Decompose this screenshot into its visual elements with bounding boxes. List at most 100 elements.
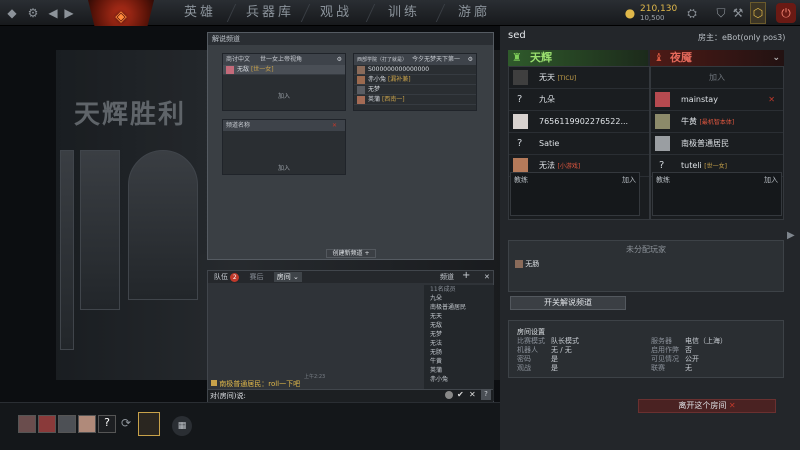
avatar [513,70,528,85]
emoji-icon[interactable] [445,391,453,399]
gear-icon[interactable]: ⚙ [24,0,42,26]
list-item[interactable]: 无肠 [424,348,494,357]
list-item[interactable]: 无法 [424,339,494,348]
gear-icon[interactable]: ⚙ [468,54,473,65]
lobby-host: 房主：eBot(only pos3) [698,33,786,42]
member-count: 11名成员 [430,286,456,293]
player-slot[interactable]: ? Satie [509,133,649,155]
channel-member[interactable]: 英蒲 [西南一] [354,95,476,105]
settings-col-left: 比赛模式 队长模式 机器人无 / 无 密码是 观战是 [517,337,579,373]
dota-logo-icon[interactable]: ◆ [2,0,22,26]
channel-member[interactable]: 赤小兔 [漏补兼] [354,75,476,85]
coach-label: 教练 [514,176,528,184]
add-channel-icon[interactable]: + [462,270,470,282]
player-tag: [小游戏] [557,163,581,170]
empty-slot-icon[interactable]: ? [98,415,116,433]
rank-medal-icon[interactable] [138,412,160,436]
empty-slots [223,75,345,91]
dire-label: 夜魇 [670,51,692,64]
list-item[interactable]: 无梦 [424,330,494,339]
join-button[interactable]: 加入 [622,175,636,185]
list-item[interactable]: 赤小兔 [424,375,494,384]
channel-header: 商讨中文 世一女上帝视角 ⚙ [223,54,345,65]
expand-arrow-icon[interactable]: ▶ [787,230,795,241]
player-slot[interactable]: 7656119902276522... [509,111,649,133]
channel-tag: 商讨中文 [226,56,251,63]
list-item[interactable]: 无敌 [424,321,494,330]
join-button[interactable]: 加入 [764,175,778,185]
back-arrow-icon[interactable]: ◀ [46,0,60,26]
new-channel-panel: 频道名称 ✕ 加入 [222,119,346,175]
power-icon[interactable]: ⏻ [776,3,796,23]
list-item[interactable]: 九朵 [424,294,494,303]
player-slot[interactable]: 无天 [TICU] [509,67,649,89]
player-slot[interactable]: 牛黄 [最机智本体] [651,111,783,133]
chat-tabs: 队伍 2 赛后 房间 ⌄ 频道 + ✕ [208,270,493,283]
list-item[interactable]: 无天 [424,312,494,321]
nav-arcade[interactable]: 游廊 [458,0,490,26]
player-slot[interactable]: 南极普通居民 [651,133,783,155]
plus-badge-icon[interactable]: ⛭ [680,0,704,26]
setting-key: 服务器 [651,337,672,345]
radiant-label: 天辉 [530,51,552,64]
message-user[interactable]: 南极普通居民 [219,380,261,388]
join-button[interactable]: 加入 [223,163,345,172]
battle-pass-icon[interactable]: ⬡ [750,2,766,24]
list-item[interactable]: 牛黄 [424,357,494,366]
setting-value: 否 [685,346,692,354]
tab-team[interactable]: 队伍 [214,273,228,281]
create-channel-button[interactable]: 创建新频道 + [326,249,376,258]
tab-room[interactable]: 房间 ⌄ [273,272,302,282]
refresh-icon[interactable]: ⟳ [118,413,134,433]
channel-member[interactable]: S000000000000000 [354,65,476,75]
kick-icon[interactable]: ✕ [768,89,775,111]
leave-room-button[interactable]: 离开这个房间 ✕ [638,399,776,413]
setting-key: 比赛模式 [517,337,545,345]
empty-slot[interactable]: 加入 [651,67,783,89]
shield-icon[interactable]: ⛉ [712,0,730,26]
player-slot[interactable]: mainstay ✕ [651,89,783,111]
close-icon[interactable]: ✕ [469,390,476,399]
close-icon[interactable]: ✕ [332,120,337,131]
party-avatar[interactable] [78,415,96,433]
send-icon[interactable]: ✔ [457,390,464,399]
party-avatar[interactable] [38,415,56,433]
player-slot[interactable]: ? 九朵 [509,89,649,111]
list-item[interactable]: 英蒲 [424,366,494,375]
avatar [513,114,528,129]
join-button[interactable]: 加入 [709,73,725,82]
tab-postgame[interactable]: 赛后 [249,273,263,281]
player-name: 无肠 [525,260,540,268]
nav-watch[interactable]: 观战 [320,0,352,26]
nav-armory[interactable]: 兵器库 [246,0,294,26]
chat-wheel-icon[interactable]: ▦ [172,416,192,436]
join-button[interactable]: 加入 [223,91,345,100]
forward-arrow-icon[interactable]: ▶ [62,0,76,26]
channel-panel: 西部学院（打了就是） 今夕无梦天下第一 ⚙ S000000000000000 赤… [353,53,477,111]
gear-icon[interactable]: ⚙ [337,54,342,65]
channels-label: 频道 [440,273,454,281]
member-name: 英蒲 [368,96,381,103]
nav-heroes[interactable]: 英雄 [184,0,216,26]
player-slot[interactable]: 无肠 [515,259,783,269]
tools-icon[interactable]: ⚒ [730,0,746,26]
member-name: S000000000000000 [368,66,430,73]
nav-learn[interactable]: 训练 [388,0,420,26]
close-icon[interactable]: ✕ [484,271,490,283]
channel-name-input[interactable]: 频道名称 [226,122,250,129]
toggle-caster-channel-button[interactable]: 开关解说频道 [510,296,626,310]
channel-name: 世一女上帝视角 [259,56,302,63]
channel-member[interactable]: 无梦 [354,85,476,95]
radiant-header: ♜ 天辉 [508,50,648,66]
banner-title: 天辉胜利 [74,100,187,130]
chevron-down-icon[interactable]: ⌄ [772,50,780,66]
party-avatar[interactable] [58,415,76,433]
player-tag: [最机智本体] [699,119,735,126]
dire-header: ♝ 夜魇 ⌄ [650,50,784,66]
party-avatar[interactable] [18,415,36,433]
list-item[interactable]: 南极普通居民 [424,303,494,312]
channel-member[interactable]: 无敌 [世一女] [223,65,345,75]
gold-amount: 210,130 [640,4,678,14]
help-icon[interactable]: ? [481,389,491,400]
dota-emblem-icon: ◈ [115,7,127,25]
